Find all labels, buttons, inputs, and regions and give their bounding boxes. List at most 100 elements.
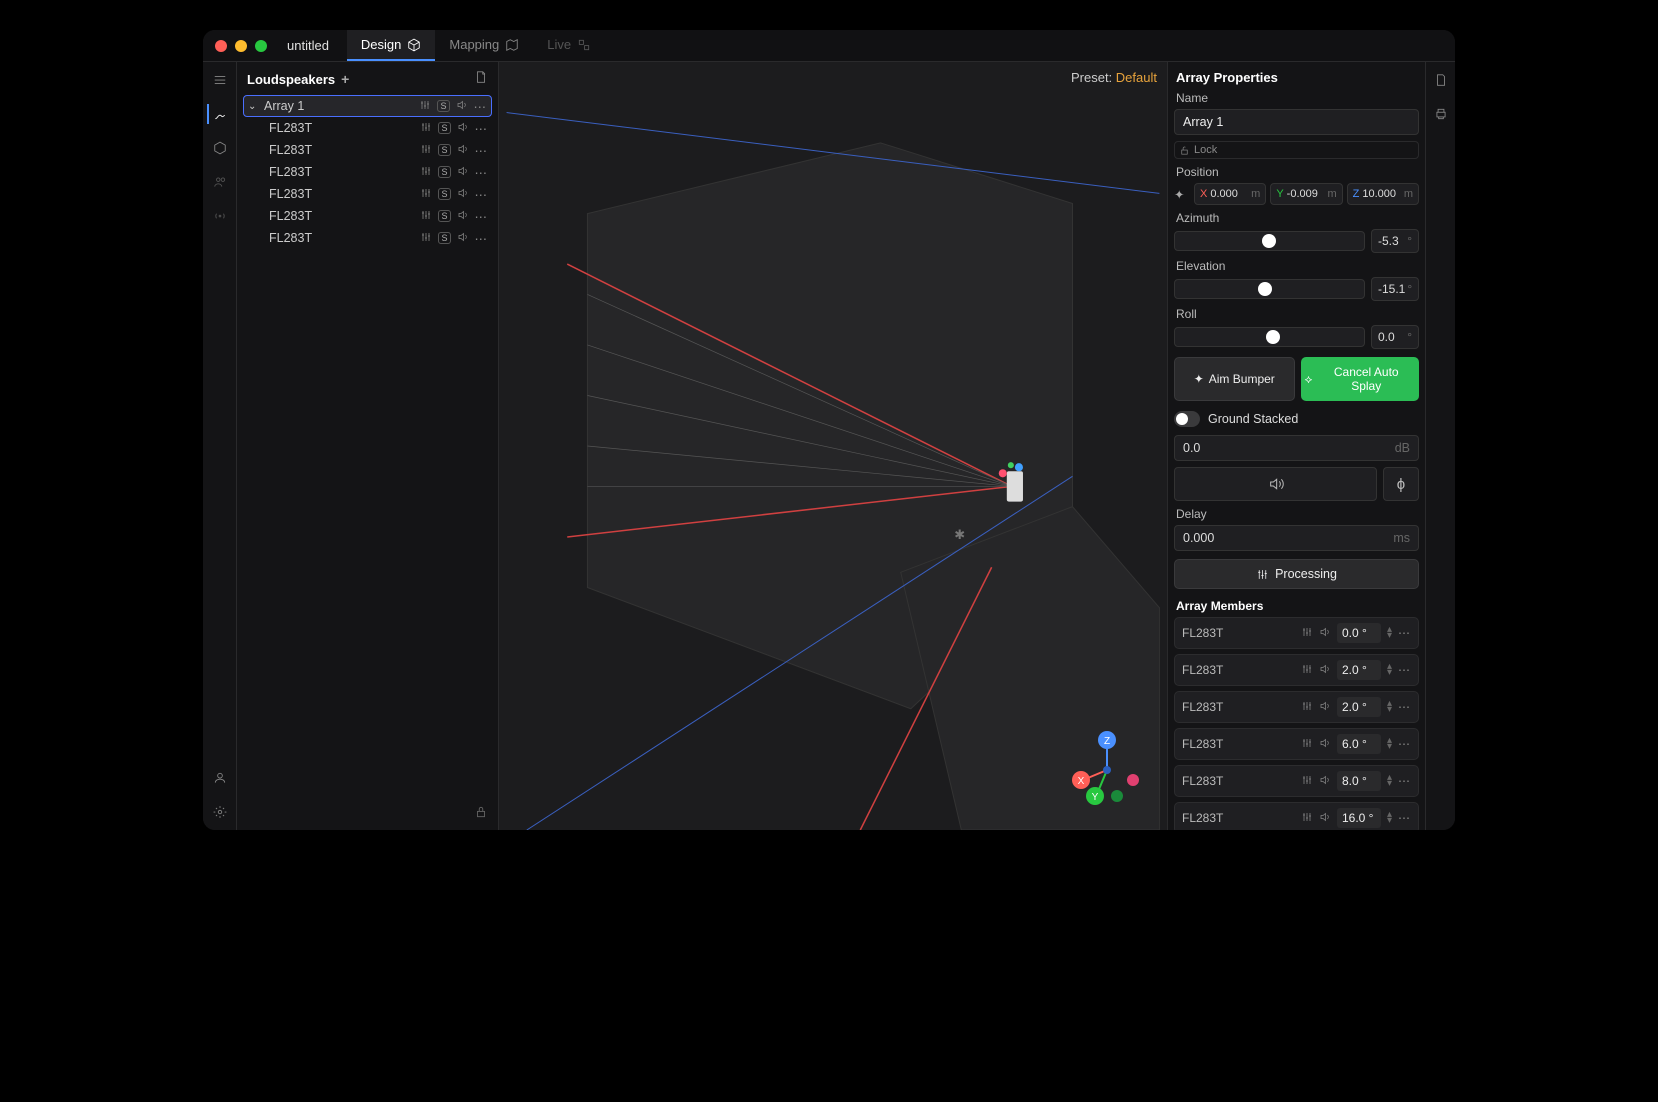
member-row[interactable]: FL283T 16.0 ° ▴▾ ⋯ <box>1174 802 1419 830</box>
more-icon[interactable]: ⋯ <box>475 121 489 136</box>
aim-bumper-button[interactable]: ✦Aim Bumper <box>1174 357 1295 401</box>
more-icon[interactable]: ⋯ <box>475 143 489 158</box>
sliders-icon[interactable] <box>419 99 431 114</box>
sliders-icon[interactable] <box>1301 700 1313 715</box>
user-icon[interactable] <box>210 768 230 788</box>
tree-row-item[interactable]: FL283T S ⋯ <box>243 227 492 249</box>
tree-row-array[interactable]: ⌄ Array 1 S ⋯ <box>243 95 492 117</box>
minimize-icon[interactable] <box>235 40 247 52</box>
broadcast-icon[interactable] <box>210 206 230 226</box>
sliders-icon[interactable] <box>420 187 432 202</box>
lock-footer-icon[interactable] <box>237 799 498 830</box>
solo-button[interactable]: S <box>438 232 450 244</box>
chevron-down-icon[interactable]: ⌄ <box>248 101 258 112</box>
sliders-icon[interactable] <box>1301 774 1313 789</box>
more-icon[interactable]: ⋯ <box>475 209 489 224</box>
tree-row-item[interactable]: FL283T S ⋯ <box>243 205 492 227</box>
member-row[interactable]: FL283T 0.0 ° ▴▾ ⋯ <box>1174 617 1419 649</box>
sliders-icon[interactable] <box>420 231 432 246</box>
speaker-icon[interactable] <box>1319 626 1331 641</box>
tab-design[interactable]: Design <box>347 30 435 61</box>
tab-live[interactable]: Live <box>533 30 605 61</box>
member-row[interactable]: FL283T 8.0 ° ▴▾ ⋯ <box>1174 765 1419 797</box>
more-icon[interactable]: ⋯ <box>1398 700 1411 714</box>
speaker-icon[interactable] <box>1319 774 1331 789</box>
sliders-icon[interactable] <box>1301 663 1313 678</box>
angle-input[interactable]: 2.0 ° <box>1337 697 1381 717</box>
roll-value[interactable]: 0.0° <box>1371 325 1419 349</box>
member-row[interactable]: FL283T 6.0 ° ▴▾ ⋯ <box>1174 728 1419 760</box>
more-icon[interactable]: ⋯ <box>475 187 489 202</box>
solo-button[interactable]: S <box>438 166 450 178</box>
name-input[interactable] <box>1174 109 1419 135</box>
sliders-icon[interactable] <box>420 121 432 136</box>
print-icon[interactable] <box>1431 104 1451 124</box>
picker-icon[interactable]: ✦ <box>1174 187 1190 202</box>
sliders-icon[interactable] <box>420 165 432 180</box>
delay-input[interactable]: 0.000ms <box>1174 525 1419 551</box>
elevation-slider[interactable] <box>1174 279 1365 299</box>
elevation-value[interactable]: -15.1° <box>1371 277 1419 301</box>
more-icon[interactable]: ⋯ <box>1398 737 1411 751</box>
speaker-icon[interactable] <box>1319 737 1331 752</box>
ground-stacked-toggle[interactable] <box>1174 411 1200 427</box>
solo-button[interactable]: S <box>438 210 450 222</box>
more-icon[interactable]: ⋯ <box>475 231 489 246</box>
angle-input[interactable]: 0.0 ° <box>1337 623 1381 643</box>
phase-button[interactable]: ϕ <box>1383 467 1419 501</box>
x-input[interactable]: X0.000m <box>1194 183 1266 205</box>
sliders-icon[interactable] <box>1301 737 1313 752</box>
sliders-icon[interactable] <box>1301 811 1313 826</box>
solo-button[interactable]: S <box>437 100 449 112</box>
azimuth-slider[interactable] <box>1174 231 1365 251</box>
brush-icon[interactable] <box>207 104 227 124</box>
angle-input[interactable]: 2.0 ° <box>1337 660 1381 680</box>
z-input[interactable]: Z10.000m <box>1347 183 1419 205</box>
processing-button[interactable]: Processing <box>1174 559 1419 589</box>
tree-row-item[interactable]: FL283T S ⋯ <box>243 139 492 161</box>
speaker-icon[interactable] <box>457 209 469 224</box>
close-icon[interactable] <box>215 40 227 52</box>
gear-icon[interactable] <box>210 802 230 822</box>
more-icon[interactable]: ⋯ <box>1398 811 1411 825</box>
azimuth-value[interactable]: -5.3° <box>1371 229 1419 253</box>
solo-button[interactable]: S <box>438 188 450 200</box>
angle-input[interactable]: 6.0 ° <box>1337 734 1381 754</box>
angle-stepper[interactable]: ▴▾ <box>1387 664 1392 676</box>
speaker-icon[interactable] <box>457 187 469 202</box>
angle-stepper[interactable]: ▴▾ <box>1387 738 1392 750</box>
sliders-icon[interactable] <box>420 209 432 224</box>
angle-stepper[interactable]: ▴▾ <box>1387 627 1392 639</box>
speaker-icon[interactable] <box>456 99 468 114</box>
angle-stepper[interactable]: ▴▾ <box>1387 701 1392 713</box>
angle-stepper[interactable]: ▴▾ <box>1387 775 1392 787</box>
angle-stepper[interactable]: ▴▾ <box>1387 812 1392 824</box>
tree-row-item[interactable]: FL283T S ⋯ <box>243 161 492 183</box>
angle-input[interactable]: 16.0 ° <box>1337 808 1381 828</box>
speaker-icon[interactable] <box>457 165 469 180</box>
member-row[interactable]: FL283T 2.0 ° ▴▾ ⋯ <box>1174 691 1419 723</box>
more-icon[interactable]: ⋯ <box>1398 663 1411 677</box>
gain-input[interactable]: 0.0dB <box>1174 435 1419 461</box>
lock-row[interactable]: Lock <box>1174 141 1419 159</box>
sliders-icon[interactable] <box>420 143 432 158</box>
angle-input[interactable]: 8.0 ° <box>1337 771 1381 791</box>
zoom-icon[interactable] <box>255 40 267 52</box>
orientation-gizmo[interactable]: Z X Y <box>1067 730 1147 810</box>
cube-tool-icon[interactable] <box>210 138 230 158</box>
more-icon[interactable]: ⋯ <box>1398 774 1411 788</box>
document-icon[interactable] <box>1431 70 1451 90</box>
speaker-icon[interactable] <box>457 143 469 158</box>
speaker-icon[interactable] <box>457 231 469 246</box>
more-icon[interactable]: ⋯ <box>474 99 488 114</box>
tree-row-item[interactable]: FL283T S ⋯ <box>243 183 492 205</box>
file-icon[interactable] <box>474 70 488 87</box>
solo-button[interactable]: S <box>438 122 450 134</box>
more-icon[interactable]: ⋯ <box>1398 626 1411 640</box>
cancel-auto-splay-button[interactable]: ⟡Cancel Auto Splay <box>1301 357 1420 401</box>
mute-button[interactable] <box>1174 467 1377 501</box>
sliders-icon[interactable] <box>1301 626 1313 641</box>
add-loudspeaker-icon[interactable]: + <box>341 71 349 87</box>
roll-slider[interactable] <box>1174 327 1365 347</box>
member-row[interactable]: FL283T 2.0 ° ▴▾ ⋯ <box>1174 654 1419 686</box>
